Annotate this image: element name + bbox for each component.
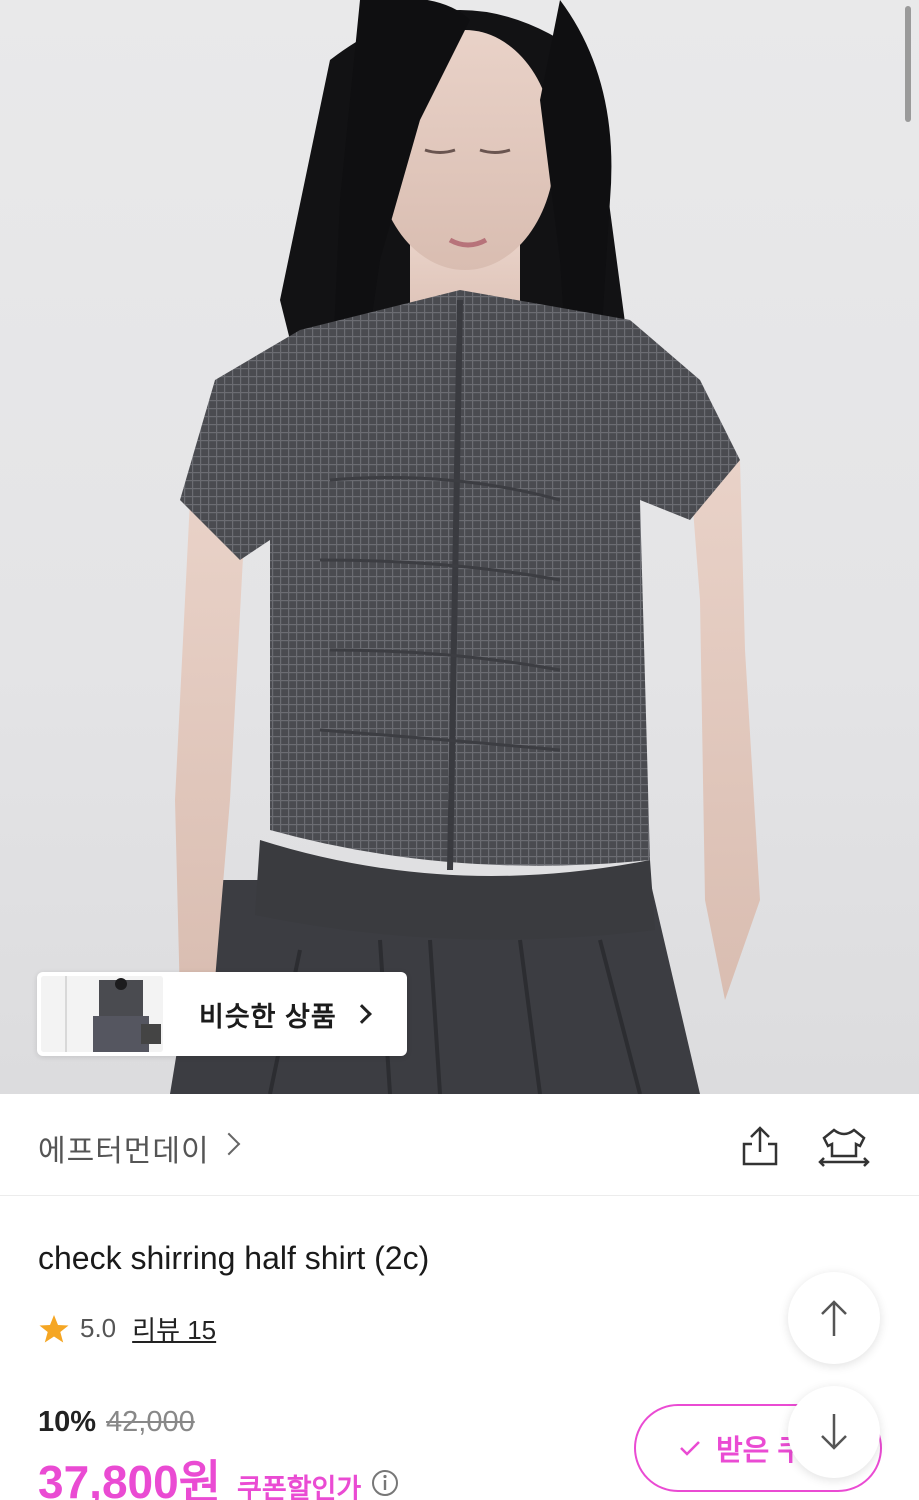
review-link[interactable]: 리뷰 15: [132, 1310, 216, 1347]
info-icon[interactable]: [371, 1469, 399, 1497]
arrow-down-icon: [821, 1414, 847, 1450]
scroll-bottom-button[interactable]: [788, 1386, 880, 1478]
share-icon[interactable]: [738, 1124, 782, 1168]
coupon-price-label: 쿠폰할인가: [237, 1474, 362, 1500]
product-title: check shirring half shirt (2c): [38, 1240, 430, 1276]
similar-products-label: 비슷한 상품: [199, 1001, 337, 1032]
product-image[interactable]: 비슷한 상품: [0, 0, 919, 1094]
similar-product-thumbnail: [41, 976, 163, 1052]
discount-row: 10% 42,000: [38, 1406, 195, 1439]
discount-rate: 10%: [38, 1406, 97, 1438]
arrow-up-icon: [821, 1300, 847, 1336]
scrollbar-thumb[interactable]: [905, 6, 911, 122]
rating-row: 5.0 리뷰 15: [38, 1310, 216, 1347]
scroll-top-button[interactable]: [788, 1272, 880, 1364]
sale-price: 37,800원: [38, 1456, 222, 1500]
brand-row: 에프터먼데이: [0, 1094, 919, 1196]
check-icon: [680, 1441, 700, 1456]
price-row: 37,800원 쿠폰할인가: [38, 1446, 399, 1500]
similar-products-button[interactable]: 비슷한 상품: [37, 972, 407, 1056]
chevron-right-icon: [217, 1132, 241, 1156]
original-price: 42,000: [106, 1406, 195, 1438]
chevron-right-icon: [351, 1004, 372, 1024]
try-on-icon[interactable]: [818, 1124, 870, 1168]
rating-value: 5.0: [80, 1313, 117, 1343]
product-photo: [170, 0, 760, 1094]
brand-name-link[interactable]: 에프터먼데이: [38, 1126, 210, 1170]
star-icon: [39, 1314, 69, 1342]
